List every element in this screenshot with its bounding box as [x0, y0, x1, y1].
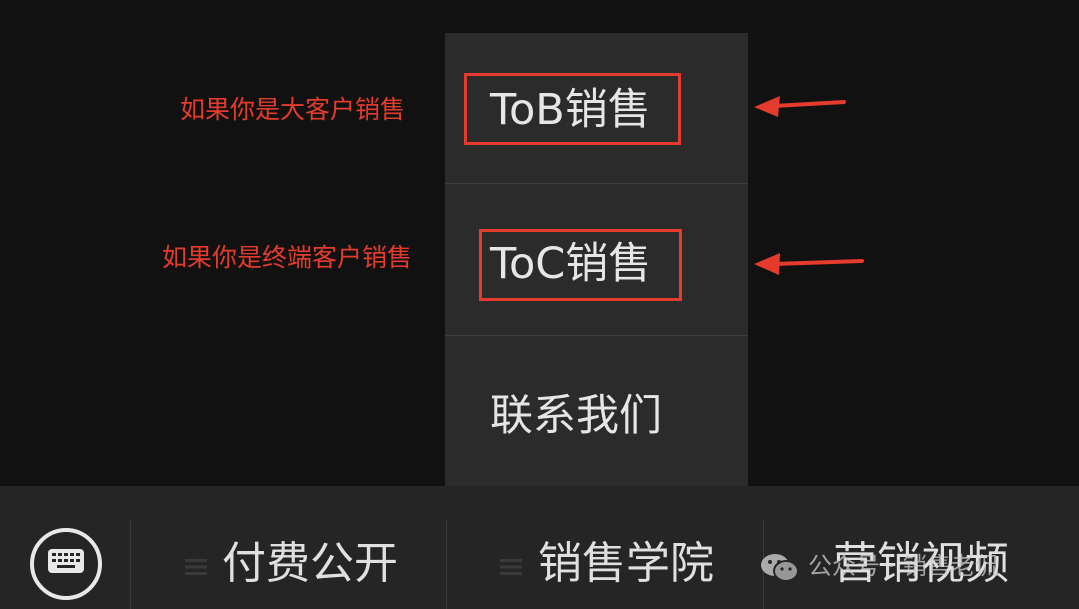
tab-label: 付费公开	[222, 538, 398, 589]
menu-lines-icon	[185, 559, 207, 575]
keyboard-toggle-button[interactable]	[30, 528, 102, 600]
keyboard-icon	[48, 549, 84, 573]
arrow-left-icon	[754, 253, 864, 275]
wechat-icon	[761, 554, 799, 582]
watermark-text: 公众号 · 销售老侃	[808, 552, 999, 580]
divider	[130, 519, 131, 609]
highlight-box-toc	[479, 229, 682, 301]
annotation-end-customer: 如果你是终端客户销售	[162, 243, 413, 272]
annotation-key-account: 如果你是大客户销售	[180, 95, 406, 124]
divider	[446, 519, 447, 609]
highlight-box-tob	[464, 73, 681, 145]
tab-label: 销售学院	[538, 538, 714, 589]
arrow-left-icon	[754, 96, 846, 117]
menu-item-label: 联系我们	[490, 391, 662, 441]
menu-lines-icon	[500, 559, 522, 575]
menu-item-contact-us[interactable]: 联系我们	[445, 337, 748, 486]
screen: ToB销售 ToC销售 联系我们 如果你是大客户销售 如果你是终端客户销售 付费…	[0, 0, 1079, 609]
